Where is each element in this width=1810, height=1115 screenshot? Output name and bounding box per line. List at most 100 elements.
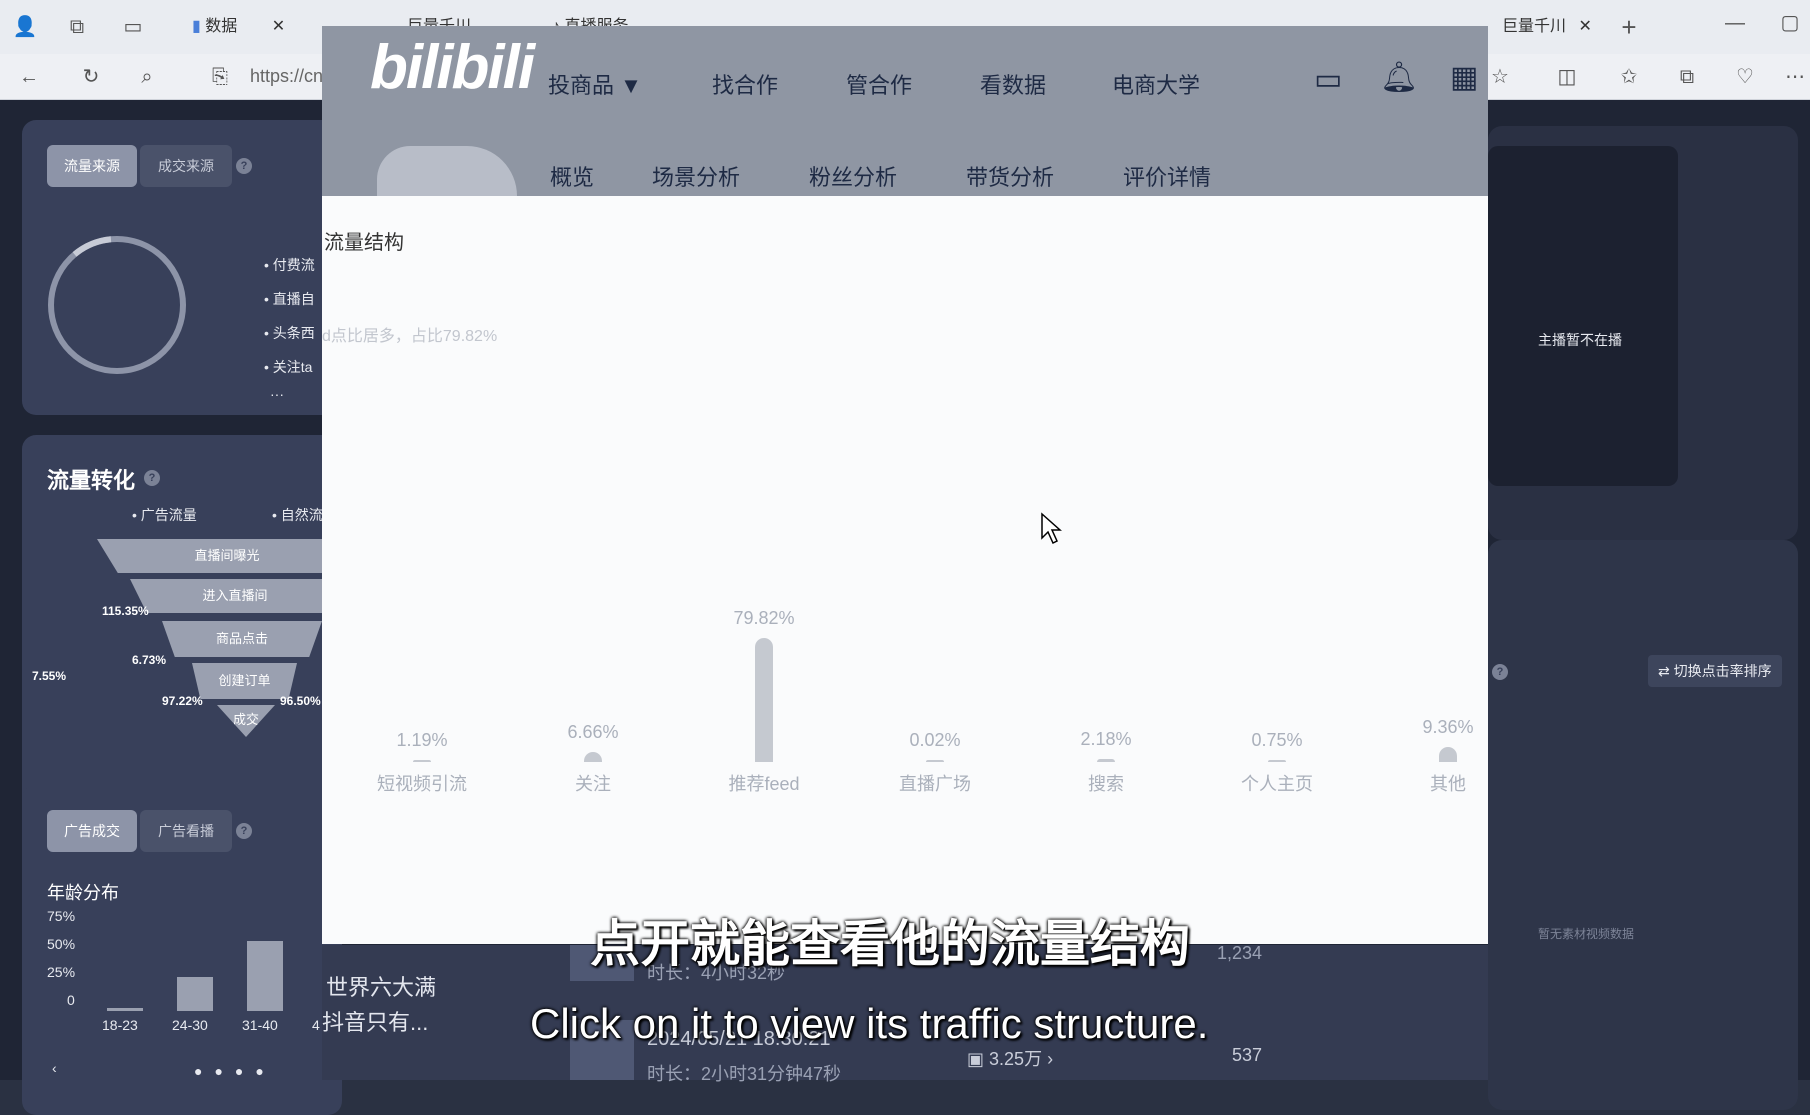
tab-ad-deal[interactable]: 广告成交 [47, 810, 137, 852]
live-preview-box [1488, 146, 1678, 486]
caret-down-icon: ▼ [620, 73, 642, 98]
subtitle-english: Click on it to view its traffic structur… [530, 1000, 1209, 1047]
chart-value-label: 0.75% [1251, 730, 1303, 750]
nav-products[interactable]: 投商品 ▼ [548, 68, 642, 100]
chart-category-label: 直播广场 [899, 774, 971, 794]
tab-deal-source[interactable]: 成交来源 [140, 145, 232, 187]
list-count: 1,234 [1217, 943, 1263, 963]
funnel-pct: 6.73% [132, 653, 167, 667]
chart-category-label: 短视频引流 [377, 774, 467, 794]
donut-chart [48, 236, 186, 374]
age-y-tick: 0 [67, 992, 75, 1008]
page-info-icon[interactable]: ⎘ [205, 62, 235, 92]
chart-value-label: 6.66% [567, 721, 619, 742]
tab-actions-icon[interactable]: ▭ [118, 12, 148, 42]
help-icon[interactable]: ? [236, 158, 252, 174]
help-icon[interactable]: ? [1492, 664, 1508, 680]
tab-qianchuan-2[interactable]: 巨量千川 ✕ [1490, 8, 1600, 46]
chart-category-label: 搜索 [1088, 774, 1124, 794]
legend-natural-traffic: • 自然流 [272, 507, 323, 523]
nav-find-partner[interactable]: 找合作 [712, 68, 778, 100]
close-icon[interactable]: ✕ [1578, 18, 1591, 35]
legend-item: • 付费流 [264, 257, 315, 273]
chart-value-label: 1.19% [396, 730, 448, 750]
more-icon[interactable]: ⋯ [1780, 62, 1810, 92]
traffic-bar-chart: 1.19% 短视频引流 6.66% 关注 79.82% 推荐feed 0.02% 直播广场 2.… [322, 196, 1488, 944]
funnel-pct: 7.55% [32, 669, 67, 683]
chart-bar[interactable] [1097, 758, 1115, 762]
subtitle-chinese: 点开就能查看他的流量结构 [590, 916, 1190, 972]
age-title: 年龄分布 [47, 883, 119, 903]
chart-bar[interactable] [1268, 760, 1286, 762]
bilibili-logo[interactable]: bilibili [370, 32, 535, 103]
mouse-cursor-icon [1041, 512, 1062, 545]
nav-view-data[interactable]: 看数据 [980, 68, 1046, 100]
chart-bar[interactable] [926, 760, 944, 762]
list-text: 世界六大满 [326, 975, 437, 1000]
chart-category-label: 推荐feed [728, 774, 800, 794]
new-tab-icon[interactable]: + [1614, 12, 1644, 42]
health-icon[interactable]: ♡ [1730, 62, 1760, 92]
profile-icon[interactable]: 👤 [10, 12, 40, 42]
tab-ad-view[interactable]: 广告看播 [140, 810, 232, 852]
bell-icon[interactable]: 🔔︎ [1380, 60, 1418, 95]
address-input[interactable]: https://cnp [250, 66, 333, 87]
search-icon[interactable]: ⌕ [132, 62, 162, 92]
tab-data[interactable]: ▮ 数据 ✕ [180, 8, 310, 46]
split-screen-icon[interactable]: ◫ [1552, 62, 1582, 92]
help-icon[interactable]: ? [144, 470, 160, 486]
help-icon[interactable]: ? [236, 823, 252, 839]
overlay-header: bilibili 投商品 ▼ 找合作 管合作 看数据 电商大学 ▭ 🔔︎ ▦ 概… [322, 26, 1488, 196]
subnav-review-details[interactable]: 评价详情 [1123, 160, 1211, 192]
chart-bar[interactable] [1439, 747, 1457, 762]
chart-value-label: 79.82% [733, 608, 795, 629]
pagination-dots[interactable]: ●●●● [194, 1063, 276, 1079]
subnav-sales-analysis[interactable]: 带货分析 [966, 160, 1054, 192]
ad-panel: 广告成交 广告看播 ? 年龄分布 75% 50% 25% 0 18-23 24-… [22, 785, 342, 1115]
traffic-source-panel: 流量来源 成交来源 ? • 付费流 • 直播自 • 头条西 • 关注ta ··· [22, 120, 342, 415]
funnel-step: 商品点击 [162, 621, 322, 657]
grid-icon[interactable]: ▦ [1450, 60, 1478, 95]
chart-bar[interactable] [755, 638, 773, 762]
views-value: 3.25万 [989, 1049, 1043, 1069]
conversion-title: 流量转化 [47, 468, 136, 493]
tab-label: 巨量千川 [1502, 18, 1567, 35]
tab-traffic-source[interactable]: 流量来源 [47, 145, 137, 187]
chart-value-label: 2.18% [1080, 728, 1132, 749]
nav-ecommerce-university[interactable]: 电商大学 [1112, 68, 1200, 100]
message-icon[interactable]: ▭ [1314, 62, 1342, 97]
chart-category-label: 个人主页 [1241, 774, 1313, 794]
sort-label: 切换点击率排序 [1673, 663, 1772, 679]
age-x-tick: 31-40 [242, 1017, 278, 1033]
subnav-overview[interactable]: 概览 [550, 160, 594, 192]
subnav-scene-analysis[interactable]: 场景分析 [652, 160, 740, 192]
prev-arrow-icon[interactable]: ‹ [52, 1060, 57, 1076]
list-views: ▣ 3.25万 › [967, 1049, 1054, 1069]
list-count: 537 [1232, 1045, 1263, 1065]
chart-bar[interactable] [584, 751, 602, 762]
subnav-fan-analysis[interactable]: 粉丝分析 [809, 160, 897, 192]
legend-item: • 直播自 [264, 291, 315, 307]
funnel-step: 成交 [217, 705, 275, 737]
chart-value-label: 9.36% [1422, 717, 1474, 738]
list-text: 抖音只有... [322, 1010, 429, 1035]
legend-ad-traffic: • 广告流量 [132, 507, 197, 523]
refresh-icon[interactable]: ↻ [76, 62, 106, 92]
restore-icon[interactable]: ▢ [1775, 8, 1805, 38]
legend-more[interactable]: ··· [270, 386, 284, 402]
legend-item: • 头条西 [264, 325, 315, 341]
back-icon[interactable]: ← [14, 62, 44, 92]
legend-item: • 关注ta [264, 359, 313, 375]
age-y-tick: 75% [47, 908, 76, 924]
collections-icon[interactable]: ⧉ [1672, 62, 1702, 92]
favorites-icon[interactable]: ✩ [1614, 62, 1644, 92]
nav-manage-partner[interactable]: 管合作 [846, 68, 912, 100]
funnel-pct: 115.35% [102, 604, 149, 618]
collections-icon[interactable]: ⧉ [62, 12, 92, 42]
minimize-icon[interactable]: — [1720, 8, 1750, 38]
chart-bar[interactable] [413, 760, 431, 762]
close-icon[interactable]: ✕ [272, 18, 285, 35]
age-bar [177, 977, 213, 1011]
sort-toggle-button[interactable]: ⇄ 切换点击率排序 [1648, 655, 1782, 687]
favorite-star-icon[interactable]: ☆ [1485, 62, 1515, 92]
